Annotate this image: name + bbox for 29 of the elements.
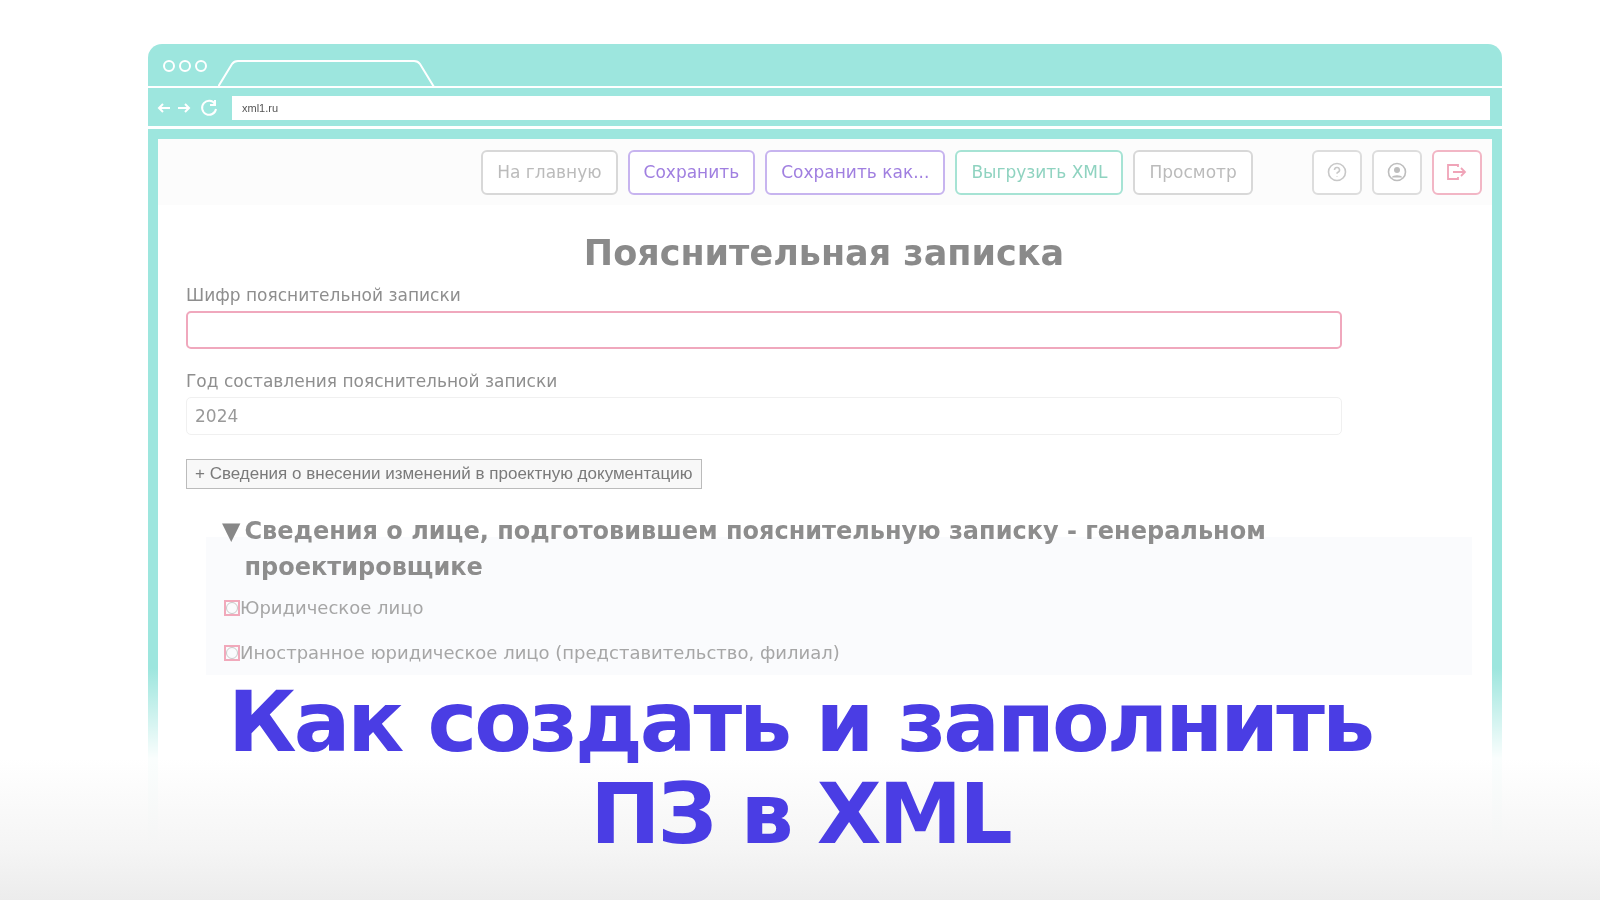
toolbar-button[interactable]: На главную bbox=[481, 149, 618, 195]
expand-marker[interactable]: ▼ bbox=[222, 513, 241, 585]
account-icon bbox=[1387, 162, 1407, 182]
window-controls-icon bbox=[162, 58, 208, 74]
checkbox[interactable] bbox=[224, 644, 240, 661]
help-button[interactable] bbox=[1312, 149, 1362, 195]
headline: Как создать и заполнить bbox=[227, 676, 1372, 768]
navigation-icon[interactable] bbox=[156, 99, 220, 117]
toolbar-button[interactable]: Просмотр bbox=[1133, 149, 1253, 195]
option-label: Иностранное юридическое лицо (представительство, филиал) bbox=[240, 642, 840, 663]
logout-icon bbox=[1446, 163, 1468, 181]
address-bar[interactable]: xml1.ru bbox=[232, 96, 1490, 120]
section-title: Сведения о лице, подготовившем пояснительную записку - генеральном проектировщике bbox=[244, 516, 1267, 583]
input-field[interactable] bbox=[186, 311, 1342, 349]
input-field[interactable]: 2024 bbox=[186, 397, 1342, 435]
add-button[interactable]: + Сведения о внесении изменений в проектную документацию bbox=[186, 459, 702, 489]
page-title: Пояснительная записка bbox=[582, 233, 1066, 273]
browser-tab[interactable] bbox=[218, 60, 438, 88]
toolbar-button[interactable]: Сохранить bbox=[627, 149, 756, 195]
help-icon bbox=[1327, 162, 1347, 182]
toolbar-button[interactable]: Сохранить как... bbox=[765, 149, 946, 195]
checkbox[interactable] bbox=[224, 599, 240, 616]
field-label: Шифр пояснительной записки bbox=[186, 285, 462, 305]
headline: ПЗ в XML bbox=[590, 768, 1010, 860]
option-label: Юридическое лицо bbox=[240, 597, 424, 618]
account-button[interactable] bbox=[1372, 149, 1422, 195]
field-label: Год составления пояснительной записки bbox=[186, 371, 559, 391]
toolbar-button[interactable]: Выгрузить XML bbox=[955, 149, 1124, 195]
logout-button[interactable] bbox=[1432, 149, 1482, 195]
